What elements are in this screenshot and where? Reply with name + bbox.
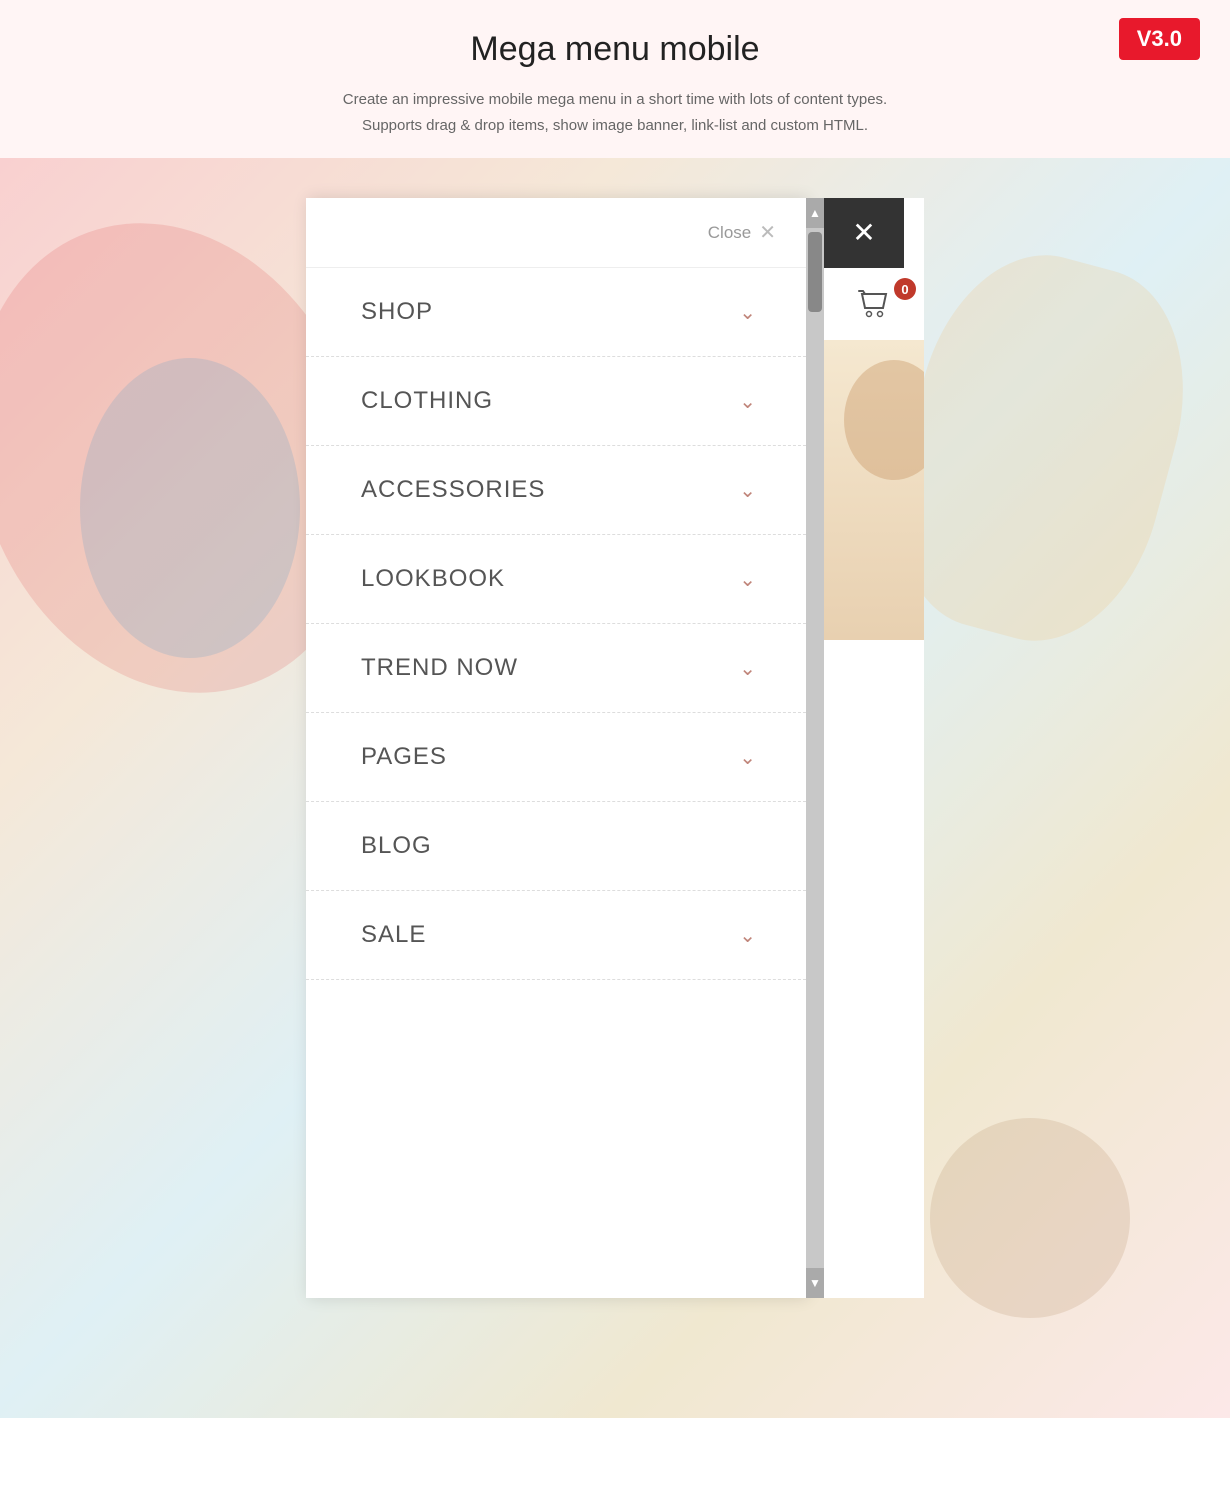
- menu-item-blog[interactable]: BLOG: [306, 802, 806, 891]
- scroll-down-button[interactable]: ▼: [806, 1268, 824, 1298]
- close-x-icon: ✕: [759, 220, 776, 245]
- close-dark-x-icon: ✕: [852, 216, 875, 250]
- close-label: Close: [708, 223, 751, 243]
- bg-shape-2: [80, 358, 300, 658]
- menu-item-label-sale: SALE: [361, 921, 426, 949]
- cart-icon: [854, 284, 894, 324]
- demo-area: Close ✕ SHOP ⌄ CLOTHING ⌄ ACCESSORIES ⌄: [0, 158, 1230, 1418]
- store-background-partial: [824, 340, 924, 640]
- menu-panel: Close ✕ SHOP ⌄ CLOTHING ⌄ ACCESSORIES ⌄: [306, 198, 806, 1298]
- chevron-icon-sale: ⌄: [739, 923, 756, 948]
- menu-item-label-blog: BLOG: [361, 832, 432, 860]
- menu-item-trend-now[interactable]: TREND NOW ⌄: [306, 624, 806, 713]
- chevron-icon-clothing: ⌄: [739, 389, 756, 414]
- page-title: Mega menu mobile: [20, 30, 1210, 69]
- cart-badge: 0: [894, 278, 916, 300]
- menu-item-accessories[interactable]: ACCESSORIES ⌄: [306, 446, 806, 535]
- chevron-icon-accessories: ⌄: [739, 478, 756, 503]
- chevron-icon-lookbook: ⌄: [739, 567, 756, 592]
- bg-shape-4: [930, 1118, 1130, 1318]
- menu-item-sale[interactable]: SALE ⌄: [306, 891, 806, 980]
- menu-item-label-pages: PAGES: [361, 743, 447, 771]
- chevron-icon-trend-now: ⌄: [739, 656, 756, 681]
- menu-close-bar: Close ✕: [306, 198, 806, 268]
- menu-item-label-lookbook: LOOKBOOK: [361, 565, 505, 593]
- page-header: V3.0 Mega menu mobile Create an impressi…: [0, 0, 1230, 158]
- close-button[interactable]: Close ✕: [708, 220, 776, 245]
- menu-item-label-shop: SHOP: [361, 298, 433, 326]
- menu-item-clothing[interactable]: CLOTHING ⌄: [306, 357, 806, 446]
- scroll-thumb[interactable]: [808, 232, 822, 312]
- version-badge: V3.0: [1119, 18, 1200, 60]
- chevron-icon-pages: ⌄: [739, 745, 756, 770]
- scroll-up-button[interactable]: ▲: [806, 198, 824, 228]
- scrollbar-track[interactable]: ▲ ▼: [806, 198, 824, 1298]
- menu-item-lookbook[interactable]: LOOKBOOK ⌄: [306, 535, 806, 624]
- cart-icon-area[interactable]: 0: [824, 268, 924, 340]
- menu-item-label-accessories: ACCESSORIES: [361, 476, 545, 504]
- menu-items-list: SHOP ⌄ CLOTHING ⌄ ACCESSORIES ⌄ LOOKBOOK…: [306, 268, 806, 980]
- menu-item-label-clothing: CLOTHING: [361, 387, 493, 415]
- close-dark-button[interactable]: ✕: [824, 198, 904, 268]
- mobile-mockup: Close ✕ SHOP ⌄ CLOTHING ⌄ ACCESSORIES ⌄: [306, 198, 924, 1298]
- store-preview: ✕ 0: [824, 198, 924, 1298]
- menu-item-label-trend-now: TREND NOW: [361, 654, 518, 682]
- page-description: Create an impressive mobile mega menu in…: [20, 87, 1210, 138]
- chevron-icon-shop: ⌄: [739, 300, 756, 325]
- menu-item-pages[interactable]: PAGES ⌄: [306, 713, 806, 802]
- menu-item-shop[interactable]: SHOP ⌄: [306, 268, 806, 357]
